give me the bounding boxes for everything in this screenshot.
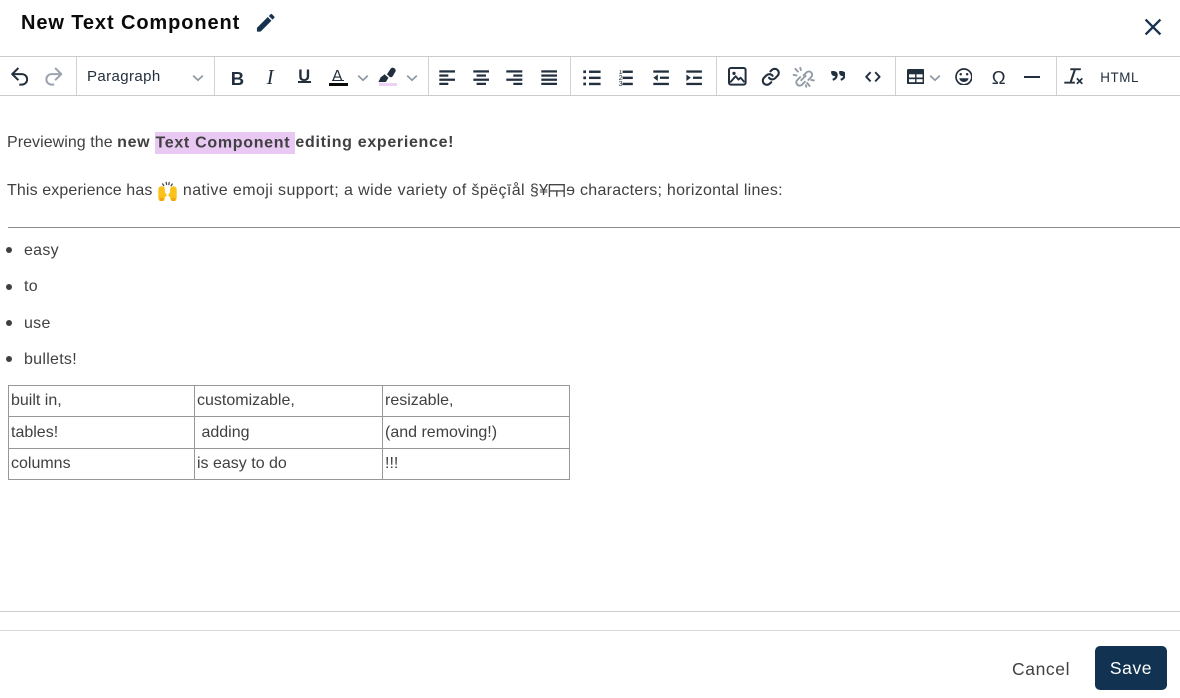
svg-text:3: 3 (619, 79, 623, 87)
